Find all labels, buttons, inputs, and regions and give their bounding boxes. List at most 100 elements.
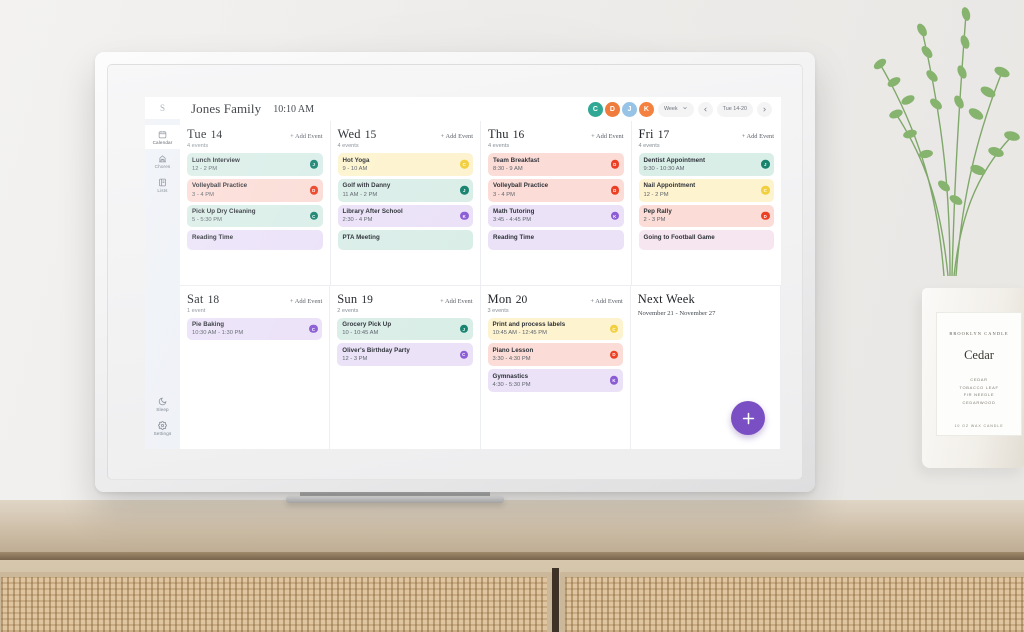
calendar-event[interactable]: Math Tutoring 3:45 - 4:45 PM K: [488, 204, 624, 228]
event-time: 3 - 4 PM: [493, 191, 515, 198]
member-avatars: CDJK: [587, 101, 654, 117]
brand-logo: S: [145, 97, 180, 119]
day-header: Wed 15 + Add Event: [338, 127, 474, 142]
event-member-badge: J: [761, 160, 770, 169]
day-number: 20: [515, 293, 528, 306]
sidebar-item-lists[interactable]: Lists: [145, 173, 180, 197]
avatar[interactable]: J: [621, 101, 637, 117]
calendar-event[interactable]: Nail Appointment 12 - 2 PM C: [638, 178, 774, 202]
date-range-pill[interactable]: Tue 14-20: [716, 101, 753, 117]
calendar-event[interactable]: Going to Football Game: [638, 230, 774, 251]
sidebar-item-label: Lists: [157, 188, 168, 193]
calendar-event[interactable]: Print and process labels 10:45 AM - 12:45…: [487, 317, 623, 341]
plant-decoration: [826, 0, 1024, 277]
event-title: Reading Time: [493, 233, 535, 241]
day-name: Sun: [337, 291, 358, 306]
calendar-event[interactable]: Golf with Danny 11 AM - 2 PM J: [337, 178, 473, 202]
sidebar-item-label: Calendar: [152, 140, 173, 145]
view-select-label: Week: [663, 106, 678, 112]
day-event-count: 4 events: [488, 143, 510, 149]
calendar-event[interactable]: Pick Up Dry Cleaning 5 - 5:30 PM C: [187, 204, 323, 228]
device-screen: S Calendar Chores Lists Sleep Settings J…: [145, 97, 781, 449]
event-member-badge: C: [309, 324, 318, 334]
event-title: Pep Rally: [643, 208, 672, 215]
calendar-event[interactable]: PTA Meeting: [337, 230, 473, 251]
calendar-event[interactable]: Hot Yoga 9 - 10 AM C: [337, 153, 473, 176]
event-member-badge: J: [309, 160, 318, 169]
add-event-button[interactable]: + Add Event: [591, 133, 623, 140]
calendar-event[interactable]: Reading Time: [488, 230, 624, 251]
add-event-button[interactable]: + Add Event: [742, 133, 774, 140]
sideboard-cabinets: [0, 560, 1024, 632]
event-member-badge: D: [309, 185, 318, 195]
day-event-count: 4 events: [337, 143, 359, 149]
chores-icon: [158, 154, 167, 163]
day-name: Sat: [187, 291, 204, 306]
sidebar-item-sleep[interactable]: Sleep: [145, 392, 180, 416]
event-time: 12 - 2 PM: [192, 165, 218, 172]
add-event-fab[interactable]: [731, 401, 765, 435]
day-number: 18: [207, 293, 220, 306]
day-name: Wed: [337, 127, 361, 141]
day-event-count: 4 events: [187, 143, 209, 149]
event-member-badge: C: [309, 211, 318, 221]
calendar-event[interactable]: Reading Time: [187, 230, 323, 251]
day-column: Thu 16 + Add Event 4 events Team Breakfast 8:…: [481, 121, 632, 285]
add-event-button[interactable]: + Add Event: [290, 298, 322, 305]
sidebar-item-chores[interactable]: Chores: [145, 149, 180, 173]
calendar-event[interactable]: Lunch Interview 12 - 2 PM J: [187, 153, 323, 176]
event-title: Nail Appointment: [643, 182, 696, 190]
avatar[interactable]: C: [587, 101, 603, 117]
next-week-button[interactable]: [757, 101, 772, 117]
event-title: Piano Lesson: [492, 346, 534, 354]
add-event-button[interactable]: + Add Event: [440, 298, 472, 305]
event-time: 10:30 AM - 1:30 PM: [192, 330, 244, 337]
day-header: Next Week: [638, 292, 773, 307]
calendar-event[interactable]: Pep Rally 2 - 3 PM D: [638, 204, 774, 228]
day-column: Wed 15 + Add Event 4 events Hot Yoga 9 - 10 A…: [331, 121, 481, 285]
day-column: Fri 17 + Add Event 4 events Dentist Appointm…: [632, 121, 782, 285]
gear-icon: [158, 421, 167, 430]
calendar-event[interactable]: Gymnastics 4:30 - 5:30 PM K: [487, 369, 623, 392]
event-title: Hot Yoga: [342, 156, 370, 164]
calendar-event[interactable]: Volleyball Practice 3 - 4 PM D: [488, 178, 624, 202]
view-select[interactable]: Week: [657, 101, 694, 117]
event-time: 12 - 2 PM: [643, 191, 669, 198]
candle-brand: BROOKLYN CANDLE: [949, 331, 1009, 336]
week-row-first: Tue 14 + Add Event 4 events Lunch Interview 1…: [180, 121, 781, 286]
day-number: 16: [512, 129, 525, 141]
add-event-button[interactable]: + Add Event: [290, 133, 322, 140]
calendar-event[interactable]: Grocery Pick Up 10 - 10:45 AM J: [337, 317, 473, 341]
sidebar-item-settings[interactable]: Settings: [145, 416, 180, 440]
sidebar-item-label: Chores: [154, 164, 171, 169]
avatar[interactable]: K: [638, 101, 654, 117]
add-event-button[interactable]: + Add Event: [441, 133, 473, 140]
day-column: Sat 18 + Add Event 1 event Pie Baking 10:30 A…: [180, 285, 331, 449]
calendar-event[interactable]: Team Breakfast 8:30 - 9 AM D: [488, 153, 624, 176]
event-time: 9:30 - 10:30 AM: [643, 165, 685, 172]
event-member-badge: K: [609, 376, 619, 385]
calendar-event[interactable]: Library After School 2:30 - 4 PM K: [337, 204, 473, 228]
calendar-event[interactable]: Oliver's Birthday Party 12 - 3 PM C: [337, 343, 473, 366]
prev-week-button[interactable]: [697, 101, 713, 117]
week-row-second: Sat 18 + Add Event 1 event Pie Baking 10:30 A…: [180, 285, 781, 449]
event-member-badge: K: [610, 211, 619, 221]
event-member-badge: C: [460, 160, 469, 169]
event-title: Going to Football Game: [643, 233, 715, 241]
sidebar-top-nav: Calendar Chores Lists: [145, 125, 180, 197]
event-time: 10 - 10:45 AM: [342, 330, 379, 337]
day-event-count: 3 events: [487, 307, 509, 314]
candle-notes: CEDAR TOBACCO LEAF FIR NEEDLE CEDARWOOD: [959, 377, 999, 405]
sidebar-item-calendar[interactable]: Calendar: [145, 125, 180, 149]
event-title: PTA Meeting: [342, 233, 380, 241]
day-name: Thu: [488, 127, 509, 141]
add-event-button[interactable]: + Add Event: [590, 298, 622, 305]
clock: 10:10 AM: [273, 103, 315, 115]
calendar-event[interactable]: Piano Lesson 3:30 - 4:30 PM D: [487, 343, 623, 366]
day-number: 15: [364, 129, 377, 141]
calendar-event[interactable]: Dentist Appointment 9:30 - 10:30 AM J: [638, 153, 774, 176]
calendar-event[interactable]: Volleyball Practice 3 - 4 PM D: [187, 178, 323, 202]
top-bar-controls: CDJK Week Tue 14-20: [587, 101, 772, 117]
calendar-event[interactable]: Pie Baking 10:30 AM - 1:30 PM C: [187, 317, 323, 341]
avatar[interactable]: D: [604, 101, 620, 117]
